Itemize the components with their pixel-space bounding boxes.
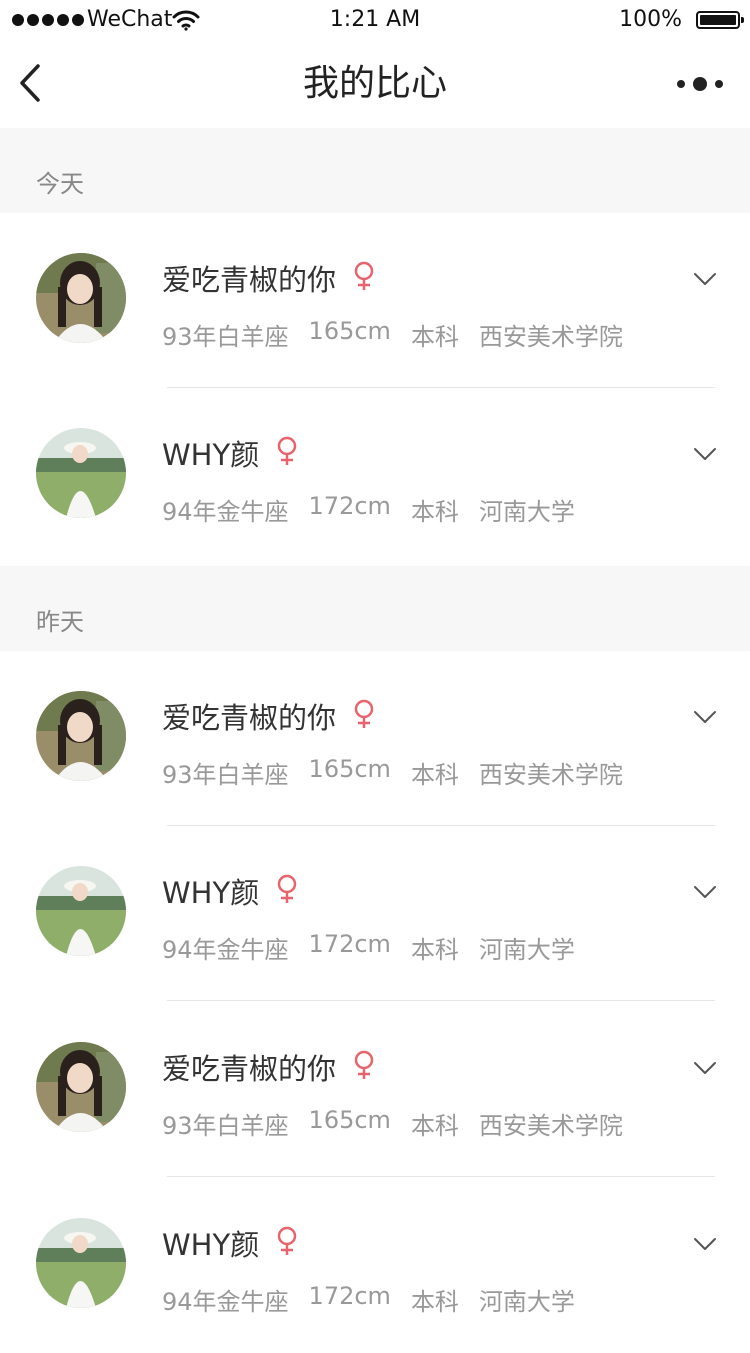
info-school: 西安美术学院 (478, 1112, 623, 1140)
info-year-sign: 94年金牛座 (162, 1288, 289, 1316)
info-degree: 本科 (410, 1288, 459, 1316)
female-icon (275, 874, 299, 908)
info-height: 165cm (308, 755, 391, 783)
list-item[interactable]: 爱吃青椒的你 93年白羊座 165cm 本科 西安美术学院 (0, 1002, 750, 1177)
chevron-down-icon[interactable] (693, 446, 717, 460)
user-name: WHY颜 (162, 438, 260, 472)
chevron-down-icon[interactable] (693, 271, 717, 285)
info-school: 西安美术学院 (478, 761, 623, 789)
user-name: 爱吃青椒的你 (162, 1052, 337, 1086)
row-divider (167, 1000, 715, 1001)
info-degree: 本科 (410, 1112, 459, 1140)
info-height: 172cm (308, 1282, 391, 1310)
info-school: 西安美术学院 (478, 323, 623, 351)
avatar[interactable] (36, 1218, 126, 1308)
avatar[interactable] (36, 253, 126, 343)
section-date-label: 今天 (36, 170, 84, 198)
info-year-sign: 94年金牛座 (162, 498, 289, 526)
list-item[interactable]: 爱吃青椒的你 93年白羊座 165cm 本科 西安美术学院 (0, 213, 750, 388)
list-item[interactable]: 爱吃青椒的你 93年白羊座 165cm 本科 西安美术学院 (0, 651, 750, 826)
info-school: 河南大学 (478, 1288, 575, 1316)
info-degree: 本科 (410, 323, 459, 351)
info-school: 河南大学 (478, 498, 575, 526)
section-date-label: 昨天 (36, 608, 84, 636)
info-year-sign: 93年白羊座 (162, 323, 289, 351)
user-name: WHY颜 (162, 876, 260, 910)
chevron-down-icon[interactable] (693, 1236, 717, 1250)
list-item[interactable]: WHY颜 94年金牛座 172cm 本科 河南大学 (0, 826, 750, 1001)
list-item[interactable]: WHY颜 94年金牛座 172cm 本科 河南大学 (0, 1178, 750, 1353)
info-height: 165cm (308, 1106, 391, 1134)
row-divider (167, 1176, 715, 1177)
nav-bar: 我的比心 (0, 40, 750, 128)
section-header: 昨天 (0, 566, 750, 651)
female-icon (275, 1226, 299, 1260)
info-degree: 本科 (410, 936, 459, 964)
list-item[interactable]: WHY颜 94年金牛座 172cm 本科 河南大学 (0, 388, 750, 563)
info-height: 172cm (308, 492, 391, 520)
page-title: 我的比心 (302, 63, 447, 104)
back-icon[interactable] (10, 58, 54, 108)
chevron-down-icon[interactable] (693, 709, 717, 723)
user-info: 93年白羊座 165cm 本科 西安美术学院 (162, 317, 623, 352)
status-bar: WeChat 1:21 AM 100% (0, 0, 750, 40)
info-school: 河南大学 (478, 936, 575, 964)
avatar[interactable] (36, 1042, 126, 1132)
user-name: 爱吃青椒的你 (162, 263, 337, 297)
user-info: 94年金牛座 172cm 本科 河南大学 (162, 492, 575, 527)
avatar[interactable] (36, 866, 126, 956)
info-year-sign: 93年白羊座 (162, 1112, 289, 1140)
battery-percentage: 100% (619, 7, 682, 32)
user-name: 爱吃青椒的你 (162, 701, 337, 735)
info-degree: 本科 (410, 761, 459, 789)
info-height: 165cm (308, 317, 391, 345)
user-info: 94年金牛座 172cm 本科 河南大学 (162, 930, 575, 965)
female-icon (352, 699, 376, 733)
chevron-down-icon[interactable] (693, 1060, 717, 1074)
info-year-sign: 94年金牛座 (162, 936, 289, 964)
section-header: 今天 (0, 128, 750, 213)
info-height: 172cm (308, 930, 391, 958)
user-info: 93年白羊座 165cm 本科 西安美术学院 (162, 1106, 623, 1141)
more-dots-icon[interactable] (676, 70, 724, 98)
avatar[interactable] (36, 691, 126, 781)
chevron-down-icon[interactable] (693, 884, 717, 898)
user-info: 93年白羊座 165cm 本科 西安美术学院 (162, 755, 623, 790)
battery-icon (696, 11, 744, 29)
info-year-sign: 93年白羊座 (162, 761, 289, 789)
user-name: WHY颜 (162, 1228, 260, 1262)
info-degree: 本科 (410, 498, 459, 526)
female-icon (275, 436, 299, 470)
user-info: 94年金牛座 172cm 本科 河南大学 (162, 1282, 575, 1317)
female-icon (352, 1050, 376, 1084)
female-icon (352, 261, 376, 295)
avatar[interactable] (36, 428, 126, 518)
